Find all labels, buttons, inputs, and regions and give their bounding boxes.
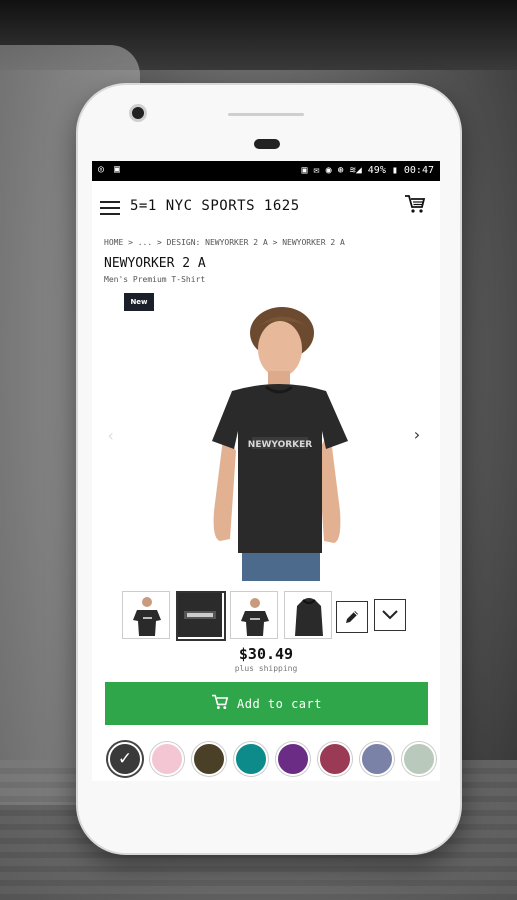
status-notification-icons: ◎ ▣ (98, 164, 123, 175)
swatch-sage[interactable] (402, 742, 436, 776)
color-swatches: ✓ (108, 742, 440, 776)
thumbnail-print-detail[interactable] (176, 591, 226, 641)
chevron-right-icon[interactable]: › (412, 425, 422, 444)
add-to-cart-label: Add to cart (237, 696, 322, 711)
status-system-info: ▣ ✉ ◉ ⊛ ≋◢ 49% ▮ 00:47 (301, 165, 434, 176)
front-camera (132, 107, 144, 119)
swatch-brown[interactable] (192, 742, 226, 776)
pencil-icon[interactable] (336, 601, 368, 633)
checkmark-icon: ✓ (117, 749, 133, 769)
app-title: 5=1 NYC SPORTS 1625 (130, 198, 300, 214)
status-bar: ◎ ▣ ▣ ✉ ◉ ⊛ ≋◢ 49% ▮ 00:47 (92, 161, 440, 181)
swatch-slate-blue[interactable] (360, 742, 394, 776)
product-title: NEWYORKER 2 A (104, 256, 206, 271)
hamburger-icon[interactable] (100, 201, 120, 215)
shopping-cart-icon[interactable] (404, 194, 426, 219)
cart-icon (211, 694, 229, 714)
phone-speaker-grille (228, 113, 304, 116)
chevron-left-icon[interactable]: ‹ (106, 426, 116, 445)
thumbnail-front[interactable] (122, 591, 170, 639)
chevron-down-icon[interactable] (374, 599, 406, 631)
breadcrumb[interactable]: HOME > ... > DESIGN: NEWYORKER 2 A > NEW… (104, 238, 345, 247)
product-image[interactable]: NEWYORKER (162, 291, 372, 581)
thumbnail-model[interactable] (230, 591, 278, 639)
shirt-print-text: NEWYORKER (248, 440, 313, 450)
thumbnail-back[interactable] (284, 591, 332, 639)
swatch-teal[interactable] (234, 742, 268, 776)
app-bar: 5=1 NYC SPORTS 1625 (92, 181, 440, 231)
phone-earpiece (254, 139, 280, 149)
swatch-purple[interactable] (276, 742, 310, 776)
add-to-cart-button[interactable]: Add to cart (105, 682, 428, 725)
app-screen: ◎ ▣ ▣ ✉ ◉ ⊛ ≋◢ 49% ▮ 00:47 5=1 NYC SPORT… (92, 161, 440, 781)
product-subtitle: Men's Premium T-Shirt (104, 275, 206, 284)
swatch-pink[interactable] (150, 742, 184, 776)
new-badge: New (124, 293, 154, 311)
shipping-note: plus shipping (234, 664, 298, 673)
swatch-black[interactable]: ✓ (108, 742, 142, 776)
thumbnail-strip (122, 591, 422, 641)
swatch-burgundy[interactable] (318, 742, 352, 776)
product-price: $30.49 (238, 645, 294, 663)
